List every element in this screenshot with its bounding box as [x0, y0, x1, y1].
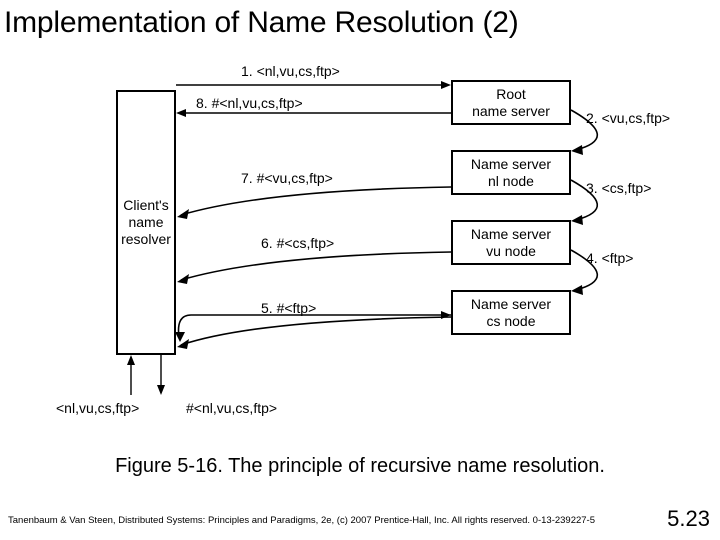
page-number: 5.23 — [667, 506, 710, 532]
box-vu-label: Name server vu node — [471, 226, 551, 260]
box-nl-server: Name server nl node — [451, 150, 571, 195]
box-cs-label: Name server cs node — [471, 296, 551, 330]
footer-copyright: Tanenbaum & Van Steen, Distributed Syste… — [8, 515, 595, 526]
diagram: Client's name resolver Root name server … — [56, 55, 666, 435]
box-root-label: Root name server — [472, 86, 550, 120]
edge-7-label: 7. #<vu,cs,ftp> — [241, 170, 333, 186]
box-root-server: Root name server — [451, 80, 571, 125]
edge-4-label: 4. <ftp> — [586, 250, 633, 266]
box-client-label: Client's name resolver — [121, 197, 171, 247]
bottom-out-label: #<nl,vu,cs,ftp> — [186, 400, 277, 416]
box-client-resolver: Client's name resolver — [116, 90, 176, 355]
edge-1-label: 1. <nl,vu,cs,ftp> — [241, 63, 340, 79]
bottom-in-label: <nl,vu,cs,ftp> — [56, 400, 139, 416]
edge-6-label: 6. #<cs,ftp> — [261, 235, 334, 251]
edge-8-label: 8. #<nl,vu,cs,ftp> — [196, 95, 303, 111]
box-vu-server: Name server vu node — [451, 220, 571, 265]
figure-caption: Figure 5-16. The principle of recursive … — [0, 455, 720, 478]
box-cs-server: Name server cs node — [451, 290, 571, 335]
edge-2-label: 2. <vu,cs,ftp> — [586, 110, 670, 126]
box-nl-label: Name server nl node — [471, 156, 551, 190]
edge-3-label: 3. <cs,ftp> — [586, 180, 651, 196]
edge-5-label: 5. #<ftp> — [261, 300, 316, 316]
page-title: Implementation of Name Resolution (2) — [0, 0, 720, 40]
